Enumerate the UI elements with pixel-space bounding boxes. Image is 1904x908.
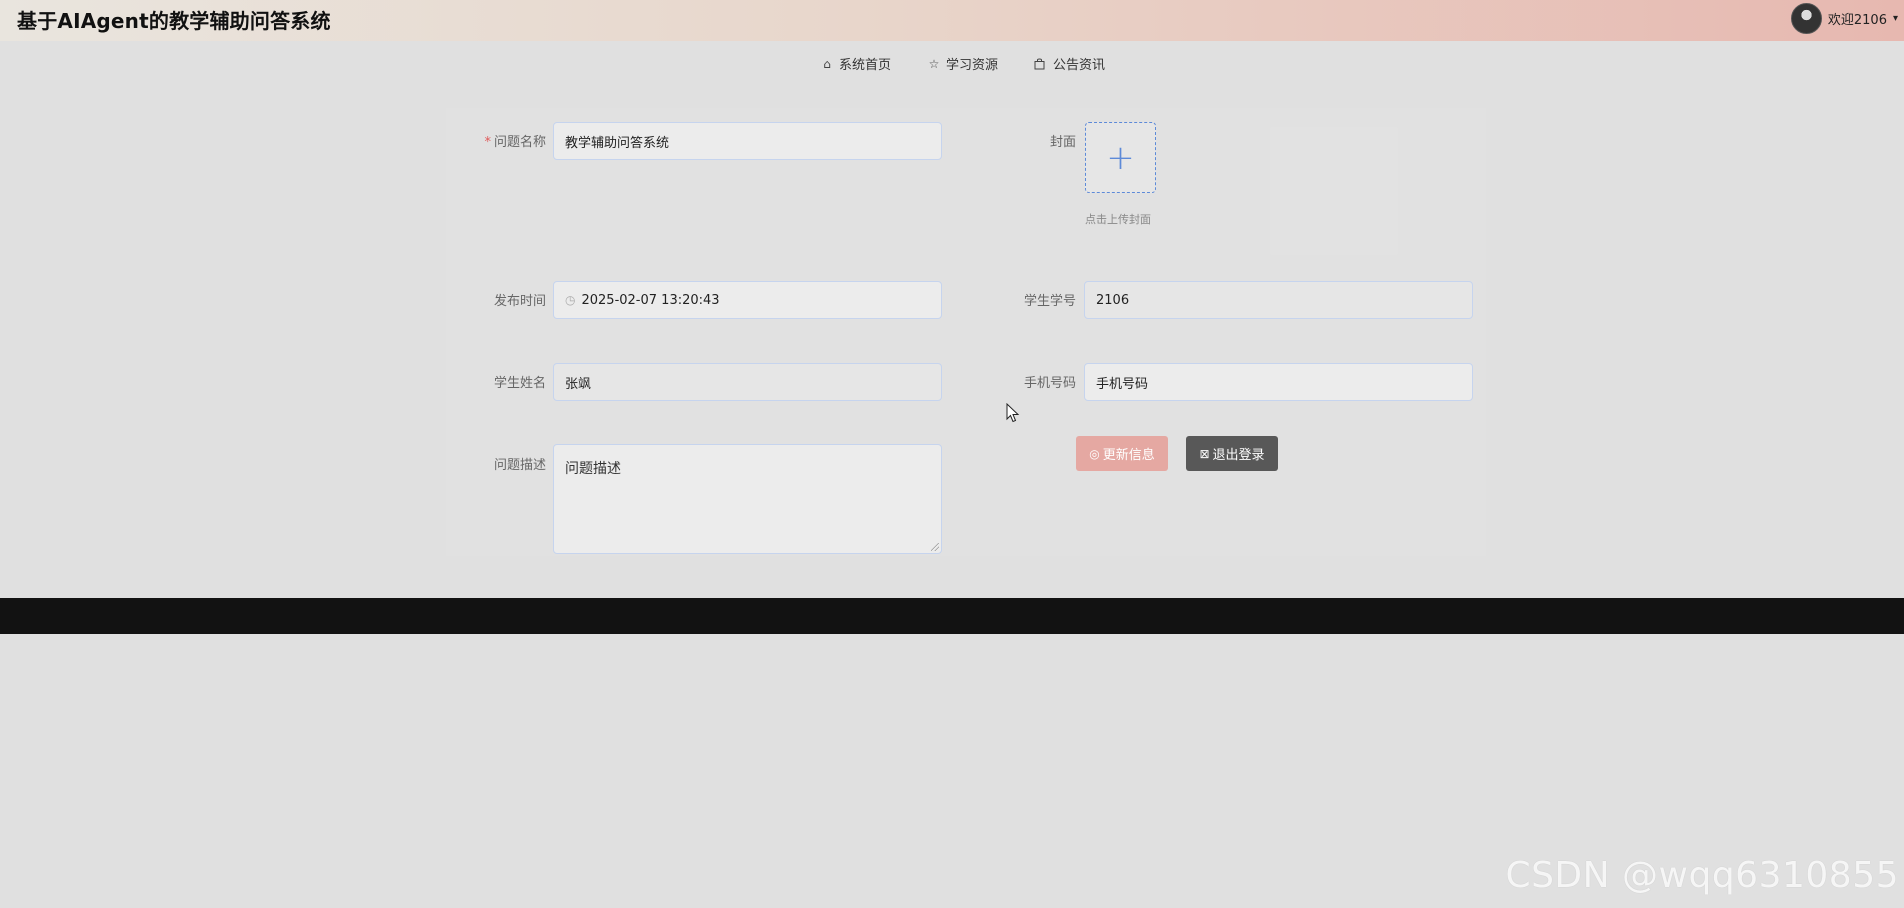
description-textarea[interactable]: 问题描述 — [553, 444, 942, 554]
description-label: 问题描述 — [493, 458, 546, 473]
check-circle-icon: ◎ — [1089, 446, 1100, 461]
app-title: 基于AIAgent的教学辅助问答系统 — [17, 9, 331, 33]
question-name-input[interactable]: 教学辅助问答系统 — [553, 122, 942, 160]
home-icon: ⌂ — [823, 56, 831, 71]
welcome-text[interactable]: 欢迎2106 — [1828, 9, 1887, 28]
student-id-input[interactable]: 2106 — [1084, 281, 1473, 319]
phone-input[interactable]: 手机号码 — [1084, 363, 1473, 401]
student-name-input[interactable]: 张飒 — [553, 363, 942, 401]
star-icon: ☆ — [928, 56, 940, 71]
bag-icon — [1034, 57, 1048, 70]
cover-label: 封面 — [1049, 135, 1076, 150]
question-name-label: * 问题名称 — [484, 135, 546, 150]
nav-item-label: 系统首页 — [839, 58, 892, 73]
nav-item-home[interactable]: ⌂ 系统首页 — [820, 54, 892, 74]
mouse-cursor-icon — [1006, 403, 1020, 423]
nav-item-announcements[interactable]: 公告资讯 — [1034, 54, 1105, 73]
top-header: 基于AIAgent的教学辅助问答系统 欢迎2106 ▾ — [0, 0, 1904, 41]
close-box-icon: ⊠ — [1199, 446, 1210, 461]
logout-button[interactable]: ⊠ 退出登录 — [1186, 436, 1278, 471]
caret-down-icon[interactable]: ▾ — [1893, 13, 1898, 24]
plus-icon: + — [1106, 137, 1135, 178]
upload-hint: 点击上传封面 — [1085, 213, 1151, 226]
student-name-label: 学生姓名 — [493, 376, 546, 391]
student-id-label: 学生学号 — [1023, 294, 1076, 309]
watermark: CSDN @wqq6310855 — [1505, 855, 1899, 896]
avatar[interactable] — [1790, 3, 1822, 34]
update-info-button[interactable]: ◎ 更新信息 — [1076, 436, 1168, 471]
publish-time-label: 发布时间 — [493, 294, 546, 309]
main-nav: ⌂ 系统首页 ☆ 学习资源 公告资讯 — [820, 54, 1105, 74]
clock-icon: ◷ — [565, 293, 576, 307]
footer-bar — [0, 598, 1904, 634]
phone-label: 手机号码 — [1023, 376, 1076, 391]
user-menu[interactable]: 欢迎2106 ▾ — [1790, 3, 1898, 34]
required-mark: * — [484, 135, 491, 150]
publish-time-picker[interactable]: ◷ 2025-02-07 13:20:43 — [553, 281, 942, 319]
nav-item-label: 公告资讯 — [1053, 58, 1106, 73]
nav-item-resources[interactable]: ☆ 学习资源 — [927, 54, 999, 74]
nav-item-label: 学习资源 — [946, 58, 999, 73]
cover-upload-button[interactable]: + — [1085, 122, 1156, 193]
resize-handle[interactable] — [931, 543, 939, 551]
